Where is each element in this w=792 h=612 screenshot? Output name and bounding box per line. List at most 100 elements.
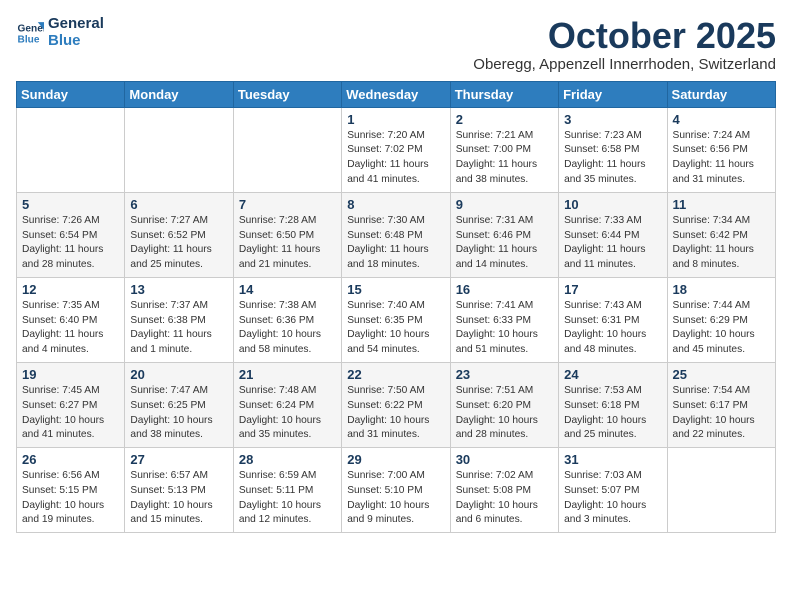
day-number: 14 <box>239 282 336 297</box>
day-info: Sunrise: 7:28 AMSunset: 6:50 PMDaylight:… <box>239 214 336 273</box>
calendar-cell: 17Sunrise: 7:43 AMSunset: 6:31 PMDayligh… <box>559 277 667 362</box>
day-number: 21 <box>239 367 336 382</box>
calendar-header-row: SundayMondayTuesdayWednesdayThursdayFrid… <box>17 81 776 107</box>
calendar-cell: 7 Sunrise: 7:28 AMSunset: 6:50 PMDaylight… <box>233 192 341 277</box>
day-number: 25 <box>673 367 770 382</box>
calendar-cell: 21 Sunrise: 7:48 AMSunset: 6:24 PMDayligh… <box>233 362 341 447</box>
day-number: 10 <box>564 197 661 212</box>
calendar-cell <box>233 107 341 192</box>
calendar-header-wednesday: Wednesday <box>342 81 450 107</box>
calendar-cell: 13Sunrise: 7:37 AMSunset: 6:38 PMDayligh… <box>125 277 233 362</box>
title-block: October 2025 Oberegg, Appenzell Innerrho… <box>473 16 776 73</box>
calendar-cell: 2 Sunrise: 7:21 AMSunset: 7:00 PMDaylight… <box>450 107 558 192</box>
calendar-header-monday: Monday <box>125 81 233 107</box>
day-info: Sunrise: 7:44 AMSunset: 6:29 PMDaylight:… <box>673 299 770 358</box>
day-info: Sunrise: 7:35 AMSunset: 6:40 PMDaylight:… <box>22 299 119 358</box>
calendar-week-row: 5 Sunrise: 7:26 AMSunset: 6:54 PMDaylight… <box>17 192 776 277</box>
day-number: 2 <box>456 112 553 127</box>
calendar-week-row: 19Sunrise: 7:45 AMSunset: 6:27 PMDayligh… <box>17 362 776 447</box>
page-header: General Blue General Blue October 2025 O… <box>16 16 776 73</box>
day-number: 1 <box>347 112 444 127</box>
month-title: October 2025 <box>473 16 776 56</box>
day-number: 24 <box>564 367 661 382</box>
day-number: 16 <box>456 282 553 297</box>
day-number: 9 <box>456 197 553 212</box>
day-number: 27 <box>130 452 227 467</box>
day-info: Sunrise: 7:27 AMSunset: 6:52 PMDaylight:… <box>130 214 227 273</box>
svg-text:Blue: Blue <box>18 34 40 45</box>
day-number: 28 <box>239 452 336 467</box>
calendar-cell: 18 Sunrise: 7:44 AMSunset: 6:29 PMDayligh… <box>667 277 775 362</box>
logo: General Blue General Blue <box>16 16 104 49</box>
calendar-cell <box>667 448 775 533</box>
calendar-cell: 3Sunrise: 7:23 AMSunset: 6:58 PMDaylight… <box>559 107 667 192</box>
day-info: Sunrise: 7:33 AMSunset: 6:44 PMDaylight:… <box>564 214 661 273</box>
calendar-cell: 16 Sunrise: 7:41 AMSunset: 6:33 PMDayligh… <box>450 277 558 362</box>
day-info: Sunrise: 7:34 AMSunset: 6:42 PMDaylight:… <box>673 214 770 273</box>
calendar-cell: 20 Sunrise: 7:47 AMSunset: 6:25 PMDayligh… <box>125 362 233 447</box>
calendar-cell: 27 Sunrise: 6:57 AMSunset: 5:13 PMDayligh… <box>125 448 233 533</box>
day-number: 15 <box>347 282 444 297</box>
day-number: 23 <box>456 367 553 382</box>
calendar-week-row: 12Sunrise: 7:35 AMSunset: 6:40 PMDayligh… <box>17 277 776 362</box>
day-number: 11 <box>673 197 770 212</box>
calendar-header-saturday: Saturday <box>667 81 775 107</box>
day-number: 13 <box>130 282 227 297</box>
calendar-header-thursday: Thursday <box>450 81 558 107</box>
calendar-cell: 19Sunrise: 7:45 AMSunset: 6:27 PMDayligh… <box>17 362 125 447</box>
day-number: 20 <box>130 367 227 382</box>
logo-icon: General Blue <box>16 19 44 47</box>
calendar-cell: 26Sunrise: 6:56 AMSunset: 5:15 PMDayligh… <box>17 448 125 533</box>
day-info: Sunrise: 7:30 AMSunset: 6:48 PMDaylight:… <box>347 214 444 273</box>
day-number: 31 <box>564 452 661 467</box>
day-info: Sunrise: 7:40 AMSunset: 6:35 PMDaylight:… <box>347 299 444 358</box>
day-info: Sunrise: 7:48 AMSunset: 6:24 PMDaylight:… <box>239 384 336 443</box>
calendar-cell: 9 Sunrise: 7:31 AMSunset: 6:46 PMDaylight… <box>450 192 558 277</box>
day-info: Sunrise: 6:56 AMSunset: 5:15 PMDaylight:… <box>22 469 119 528</box>
calendar-cell: 22 Sunrise: 7:50 AMSunset: 6:22 PMDayligh… <box>342 362 450 447</box>
calendar-cell: 4Sunrise: 7:24 AMSunset: 6:56 PMDaylight… <box>667 107 775 192</box>
day-info: Sunrise: 7:20 AMSunset: 7:02 PMDaylight:… <box>347 129 444 188</box>
day-info: Sunrise: 7:50 AMSunset: 6:22 PMDaylight:… <box>347 384 444 443</box>
calendar-cell: 10 Sunrise: 7:33 AMSunset: 6:44 PMDayligh… <box>559 192 667 277</box>
day-number: 18 <box>673 282 770 297</box>
calendar-cell: 28Sunrise: 6:59 AMSunset: 5:11 PMDayligh… <box>233 448 341 533</box>
day-number: 22 <box>347 367 444 382</box>
day-info: Sunrise: 7:26 AMSunset: 6:54 PMDaylight:… <box>22 214 119 273</box>
day-info: Sunrise: 7:00 AMSunset: 5:10 PMDaylight:… <box>347 469 444 528</box>
day-info: Sunrise: 6:57 AMSunset: 5:13 PMDaylight:… <box>130 469 227 528</box>
day-info: Sunrise: 7:41 AMSunset: 6:33 PMDaylight:… <box>456 299 553 358</box>
calendar-header-friday: Friday <box>559 81 667 107</box>
day-info: Sunrise: 7:47 AMSunset: 6:25 PMDaylight:… <box>130 384 227 443</box>
calendar-cell: 12Sunrise: 7:35 AMSunset: 6:40 PMDayligh… <box>17 277 125 362</box>
calendar-cell: 6 Sunrise: 7:27 AMSunset: 6:52 PMDaylight… <box>125 192 233 277</box>
calendar-header-tuesday: Tuesday <box>233 81 341 107</box>
day-info: Sunrise: 7:45 AMSunset: 6:27 PMDaylight:… <box>22 384 119 443</box>
day-number: 6 <box>130 197 227 212</box>
calendar-cell <box>17 107 125 192</box>
day-number: 8 <box>347 197 444 212</box>
day-number: 29 <box>347 452 444 467</box>
day-number: 3 <box>564 112 661 127</box>
calendar-cell: 15 Sunrise: 7:40 AMSunset: 6:35 PMDayligh… <box>342 277 450 362</box>
day-number: 7 <box>239 197 336 212</box>
calendar-week-row: 1 Sunrise: 7:20 AMSunset: 7:02 PMDaylight… <box>17 107 776 192</box>
calendar-header-sunday: Sunday <box>17 81 125 107</box>
calendar-cell: 25 Sunrise: 7:54 AMSunset: 6:17 PMDayligh… <box>667 362 775 447</box>
calendar-cell: 14Sunrise: 7:38 AMSunset: 6:36 PMDayligh… <box>233 277 341 362</box>
calendar-table: SundayMondayTuesdayWednesdayThursdayFrid… <box>16 81 776 534</box>
day-info: Sunrise: 7:31 AMSunset: 6:46 PMDaylight:… <box>456 214 553 273</box>
day-info: Sunrise: 7:02 AMSunset: 5:08 PMDaylight:… <box>456 469 553 528</box>
calendar-cell: 1 Sunrise: 7:20 AMSunset: 7:02 PMDaylight… <box>342 107 450 192</box>
calendar-cell: 5 Sunrise: 7:26 AMSunset: 6:54 PMDaylight… <box>17 192 125 277</box>
calendar-cell: 24 Sunrise: 7:53 AMSunset: 6:18 PMDayligh… <box>559 362 667 447</box>
day-number: 5 <box>22 197 119 212</box>
logo-line1: General <box>48 16 104 33</box>
day-info: Sunrise: 7:51 AMSunset: 6:20 PMDaylight:… <box>456 384 553 443</box>
calendar-cell: 29 Sunrise: 7:00 AMSunset: 5:10 PMDayligh… <box>342 448 450 533</box>
day-info: Sunrise: 7:21 AMSunset: 7:00 PMDaylight:… <box>456 129 553 188</box>
calendar-cell: 8 Sunrise: 7:30 AMSunset: 6:48 PMDaylight… <box>342 192 450 277</box>
day-info: Sunrise: 7:54 AMSunset: 6:17 PMDaylight:… <box>673 384 770 443</box>
day-info: Sunrise: 7:53 AMSunset: 6:18 PMDaylight:… <box>564 384 661 443</box>
day-number: 30 <box>456 452 553 467</box>
